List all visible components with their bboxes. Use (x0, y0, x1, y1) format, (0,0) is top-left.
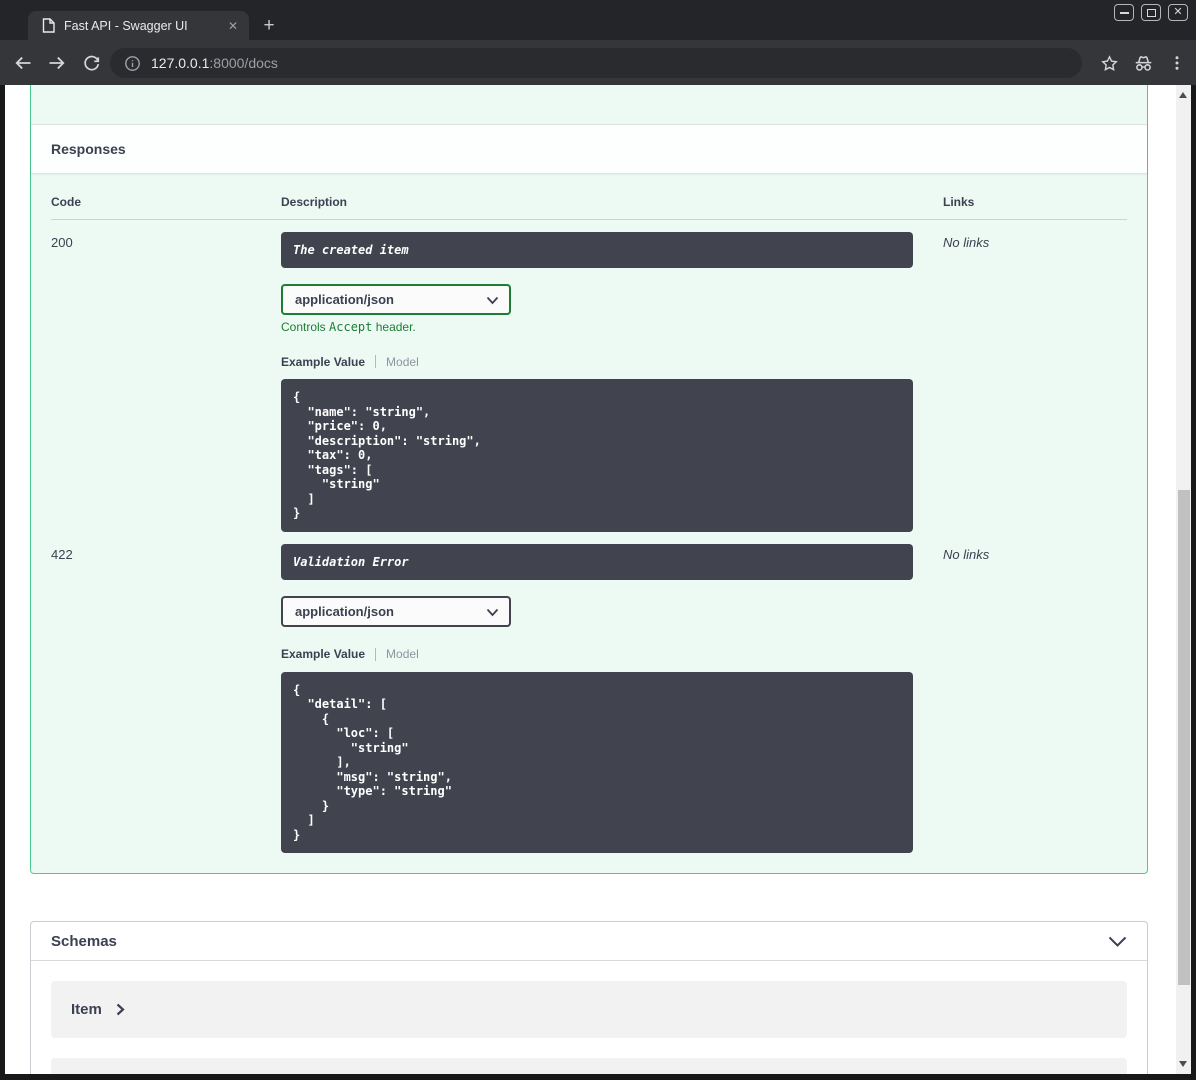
new-tab-button[interactable]: + (258, 16, 280, 38)
schema-validationerror-card[interactable]: ValidationError (51, 1058, 1127, 1074)
window-close-button[interactable]: ✕ (1168, 4, 1188, 21)
schemas-header[interactable]: Schemas (31, 922, 1147, 961)
incognito-icon (1135, 55, 1152, 71)
response-row-422: 422 Validation Error application/json Ex… (51, 532, 1127, 853)
column-header-code: Code (51, 195, 81, 209)
responses-title: Responses (51, 141, 126, 157)
browser-tab[interactable]: Fast API - Swagger UI ✕ (28, 11, 249, 40)
links-cell: No links (943, 546, 990, 562)
schemas-title: Schemas (51, 932, 117, 950)
tab-title: Fast API - Swagger UI (64, 18, 188, 33)
window-frame-left (0, 85, 5, 1080)
accept-header-note: Controls Accept header. (281, 320, 416, 334)
post-operation-block: Responses Code Description Links 200 The… (30, 85, 1148, 874)
window-frame-bottom (0, 1074, 1196, 1080)
window-minimize-button[interactable] (1114, 4, 1134, 21)
media-type-select[interactable]: application/json (281, 284, 511, 315)
window-frame-right (1191, 85, 1196, 1080)
site-info-icon[interactable] (124, 55, 141, 72)
response-code: 422 (51, 546, 73, 562)
maximize-icon (1146, 8, 1156, 17)
schema-name: Item (71, 1001, 102, 1018)
chevron-right-icon (116, 1003, 125, 1016)
responses-section-header: Responses (31, 124, 1147, 173)
example-model-tabs: Example Value Model (281, 647, 943, 662)
url-text: 127.0.0.1:8000/docs (151, 55, 278, 71)
media-type-value: application/json (295, 292, 394, 307)
chevron-down-icon (486, 296, 499, 305)
media-type-select[interactable]: application/json (281, 595, 511, 627)
window-maximize-button[interactable] (1141, 4, 1161, 21)
back-button[interactable] (8, 48, 38, 78)
tab-close-button[interactable]: ✕ (225, 19, 241, 33)
schemas-section: Schemas Item ValidationError (30, 921, 1148, 1074)
chevron-down-icon (486, 608, 499, 616)
tab-example-value[interactable]: Example Value (281, 647, 365, 661)
close-icon: ✕ (1173, 6, 1183, 18)
document-icon (42, 18, 55, 33)
links-cell: No links (943, 235, 990, 250)
tab-model[interactable]: Model (386, 355, 419, 369)
page-viewport: Responses Code Description Links 200 The… (5, 85, 1191, 1074)
chevron-down-icon (1108, 936, 1127, 947)
column-header-links: Links (943, 195, 975, 209)
tab-divider (375, 647, 377, 661)
tab-example-value[interactable]: Example Value (281, 355, 365, 369)
url-path: :8000/docs (209, 55, 278, 71)
scrollbar-down-button[interactable] (1179, 1061, 1187, 1067)
bookmark-star-icon[interactable] (1100, 54, 1119, 73)
minimize-icon (1119, 11, 1129, 14)
reload-icon (83, 55, 99, 71)
schema-item-card[interactable]: Item (51, 981, 1127, 1038)
media-type-value: application/json (295, 603, 394, 619)
example-json-block: { "name": "string", "price": 0, "descrip… (281, 379, 913, 532)
browser-titlebar: Fast API - Swagger UI ✕ + ✕ (0, 0, 1196, 40)
menu-kebab-icon[interactable] (1168, 54, 1186, 72)
responses-table-header: Code Description Links (51, 173, 1127, 220)
browser-toolbar: 127.0.0.1:8000/docs (0, 40, 1196, 85)
response-description: Validation Error (281, 543, 913, 580)
example-model-tabs: Example Value Model (281, 354, 943, 369)
column-header-description: Description (281, 195, 348, 209)
scrollbar-up-button[interactable] (1179, 92, 1187, 98)
scrollbar-track[interactable] (1176, 85, 1191, 1074)
scrollbar-thumb[interactable] (1177, 490, 1190, 985)
tab-model[interactable]: Model (386, 647, 419, 661)
forward-arrow-icon (49, 56, 65, 69)
reload-button[interactable] (76, 48, 106, 78)
response-description: The created item (281, 232, 913, 268)
tab-divider (375, 355, 377, 368)
response-row-200: 200 The created item application/json Co… (51, 220, 1127, 532)
response-code: 200 (51, 235, 73, 250)
example-json-block: { "detail": [ { "loc": [ "string" ], "ms… (281, 671, 913, 853)
opblock-spacer (31, 85, 1147, 124)
address-bar[interactable]: 127.0.0.1:8000/docs (110, 48, 1082, 78)
back-arrow-icon (15, 56, 31, 69)
forward-button[interactable] (42, 48, 72, 78)
url-host: 127.0.0.1 (151, 55, 210, 71)
